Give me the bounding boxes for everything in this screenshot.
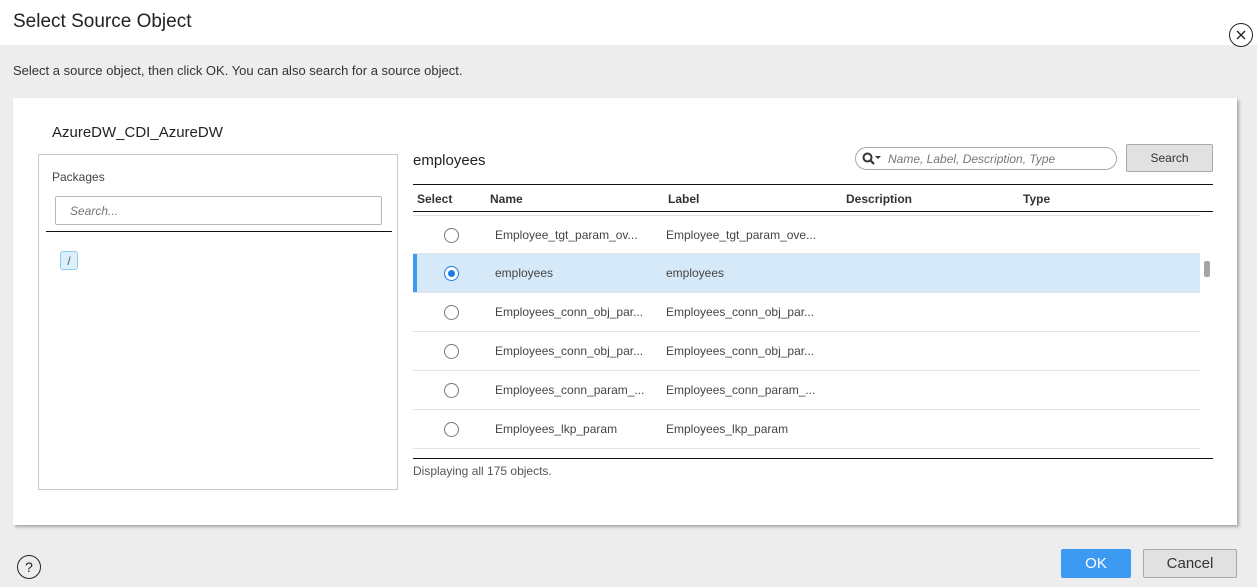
objects-search-box — [855, 147, 1117, 170]
table-row[interactable]: Employees_conn_param_... Employees_conn_p… — [413, 371, 1200, 410]
packages-label: Packages — [52, 170, 105, 184]
row-select-radio[interactable] — [444, 228, 459, 243]
row-label-cell: Employees_conn_obj_par... — [666, 344, 815, 358]
row-label-cell: Employees_conn_param_... — [666, 383, 816, 397]
close-icon — [1236, 30, 1246, 40]
help-button[interactable]: ? — [17, 555, 41, 579]
packages-divider — [46, 231, 392, 232]
dialog-title: Select Source Object — [13, 11, 192, 32]
column-header-select: Select — [417, 192, 453, 206]
row-name-cell: employees — [495, 266, 554, 280]
objects-title: employees — [413, 152, 486, 169]
row-name-cell: Employees_lkp_param — [495, 422, 618, 436]
content-panel: AzureDW_CDI_AzureDW Packages / employees… — [13, 98, 1237, 525]
row-name-cell: Employees_conn_obj_par... — [495, 344, 644, 358]
cancel-button[interactable]: Cancel — [1143, 549, 1237, 578]
row-name-cell: Employee_tgt_param_ov... — [495, 228, 638, 242]
instructions-text: Select a source object, then click OK. Y… — [13, 63, 463, 78]
row-label-cell: Employee_tgt_param_ove... — [666, 228, 817, 242]
table-row[interactable]: Employee_tgt_param_ov... Employee_tgt_par… — [413, 215, 1200, 254]
objects-table-body: Employee_tgt_param_ov... Employee_tgt_par… — [413, 215, 1200, 449]
row-select-radio[interactable] — [444, 383, 459, 398]
packages-search-input[interactable] — [55, 196, 382, 225]
table-row[interactable]: Employees_conn_obj_par... Employees_conn_… — [413, 293, 1200, 332]
row-select-radio[interactable] — [444, 266, 459, 281]
ok-button[interactable]: OK — [1061, 549, 1131, 578]
row-select-radio[interactable] — [444, 422, 459, 437]
column-header-label[interactable]: Label — [668, 192, 699, 206]
row-name-cell: Employees_conn_obj_par... — [495, 305, 644, 319]
table-scrollbar-thumb[interactable] — [1204, 261, 1210, 277]
search-filter-icon[interactable] — [862, 152, 882, 166]
objects-search-input[interactable] — [888, 151, 1103, 166]
column-header-type[interactable]: Type — [1023, 192, 1050, 206]
connection-name: AzureDW_CDI_AzureDW — [52, 124, 223, 141]
column-header-name[interactable]: Name — [490, 192, 523, 206]
row-label-cell: employees — [666, 266, 725, 280]
column-header-description[interactable]: Description — [846, 192, 912, 206]
object-count-text: Displaying all 175 objects. — [413, 464, 552, 478]
table-row[interactable]: Employees_conn_obj_par... Employees_conn_… — [413, 332, 1200, 371]
row-label-cell: Employees_lkp_param — [666, 422, 789, 436]
search-button[interactable]: Search — [1126, 144, 1213, 172]
packages-panel: Packages / — [38, 154, 398, 490]
help-icon: ? — [25, 559, 33, 575]
row-select-radio[interactable] — [444, 344, 459, 359]
table-row[interactable]: Employees_lkp_param Employees_lkp_param — [413, 410, 1200, 449]
row-name-cell: Employees_conn_param_... — [495, 383, 645, 397]
table-row[interactable]: employees employees — [413, 254, 1200, 293]
table-bottom-border — [413, 458, 1213, 459]
table-header: Select Name Label Description Type — [413, 185, 1213, 212]
row-label-cell: Employees_conn_obj_par... — [666, 305, 815, 319]
close-button[interactable] — [1229, 23, 1253, 47]
package-root-item[interactable]: / — [60, 251, 78, 270]
dialog-titlebar: Select Source Object — [0, 0, 1257, 45]
row-select-radio[interactable] — [444, 305, 459, 320]
